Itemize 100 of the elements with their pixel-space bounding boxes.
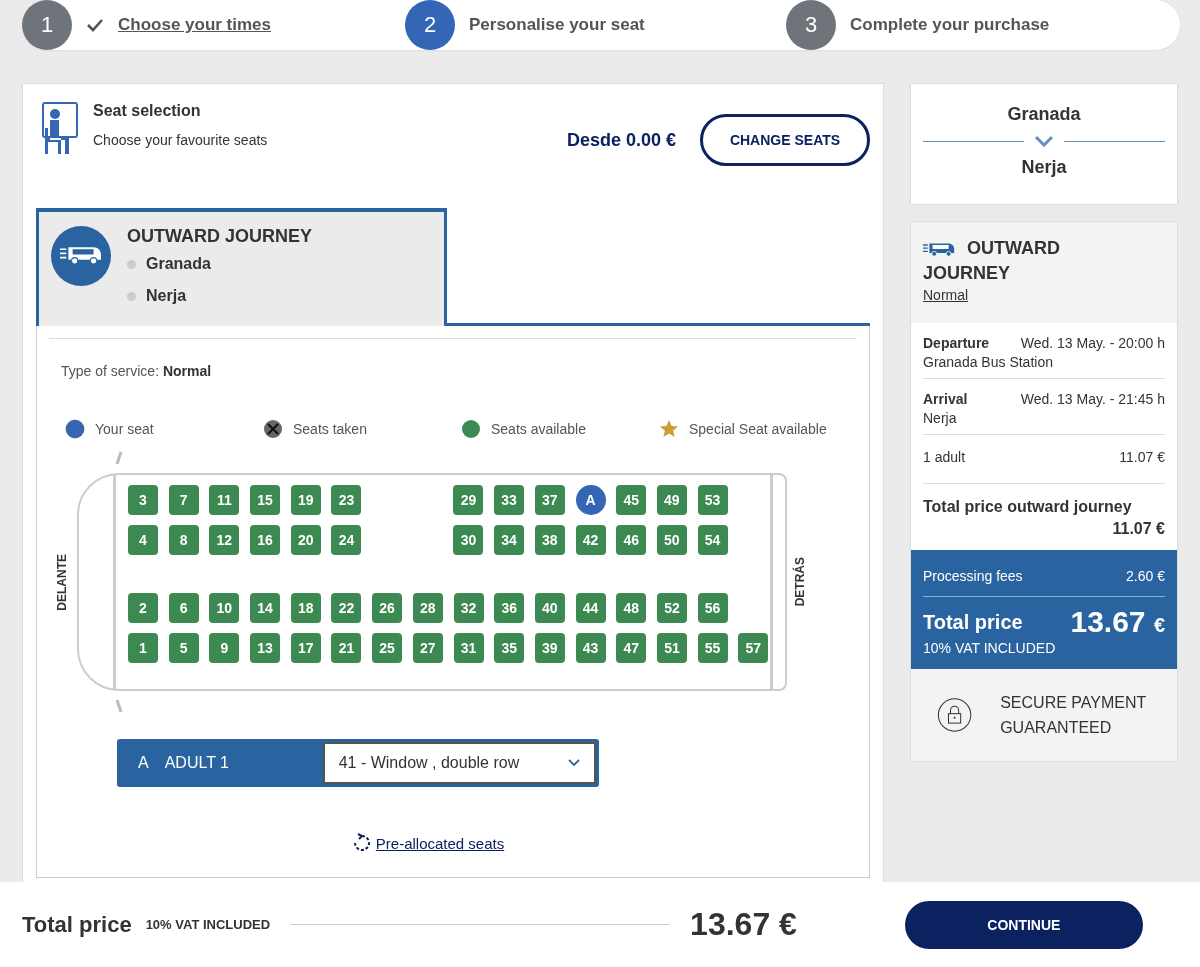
journey-tab[interactable]: OUTWARD JOURNEY Granada Nerja [36, 208, 447, 326]
bus-icon [51, 226, 111, 286]
passenger-price: 11.07 € [1119, 449, 1165, 465]
seat[interactable]: 23 [331, 485, 362, 515]
service-type: Type of service: Normal [61, 363, 213, 379]
seat[interactable]: 9 [209, 633, 240, 663]
seat[interactable]: 29 [453, 485, 484, 515]
rear-label: DETRÁS [793, 557, 808, 607]
seat[interactable]: 54 [697, 525, 728, 555]
seat[interactable]: 12 [209, 525, 240, 555]
service-link[interactable]: Normal [923, 287, 969, 303]
seat[interactable]: 15 [250, 485, 281, 515]
seat[interactable]: 13 [250, 633, 281, 663]
seat[interactable]: 6 [168, 593, 199, 623]
seat[interactable]: 48 [616, 593, 647, 623]
seat[interactable]: 42 [575, 525, 606, 555]
chevron-down-icon [1034, 135, 1054, 147]
seat[interactable]: 44 [575, 593, 606, 623]
leg-time: Wed. 13 May. - 20:00 h [1020, 335, 1165, 351]
seat[interactable]: 14 [250, 593, 281, 623]
seat[interactable]: 20 [290, 525, 321, 555]
change-seats-button[interactable]: CHANGE SEATS [700, 114, 870, 166]
seat[interactable]: 36 [494, 593, 525, 623]
summary-title: OUTWARD JOURNEY [923, 237, 1061, 285]
destination-stop: Nerja [146, 287, 187, 305]
origin-city: Granada [1007, 104, 1081, 125]
journey-total-price: 11.07 € [1112, 520, 1165, 538]
seat[interactable]: 38 [534, 525, 565, 555]
seat[interactable]: 46 [616, 525, 647, 555]
step-label: Personalise your seat [469, 15, 645, 35]
seat-select[interactable]: 41 - Window , double row [322, 742, 596, 784]
seat[interactable]: 30 [453, 525, 484, 555]
seat[interactable]: 26 [372, 593, 403, 623]
seat[interactable]: 17 [290, 633, 321, 663]
step-label: Complete your purchase [850, 15, 1050, 35]
continue-button[interactable]: CONTINUE [904, 900, 1143, 949]
seat[interactable]: 49 [656, 485, 687, 515]
journey-title: OUTWARD JOURNEY [127, 226, 312, 247]
seat[interactable]: 55 [697, 633, 728, 663]
seat[interactable]: 11 [209, 485, 240, 515]
seat[interactable]: 37 [534, 485, 565, 515]
front-label: DELANTE [55, 553, 70, 611]
seat[interactable]: 25 [372, 633, 403, 663]
bus-icon [923, 241, 955, 258]
seated-person-icon [41, 102, 79, 156]
seat[interactable]: 56 [697, 593, 728, 623]
section-subtitle: Choose your favourite seats [93, 132, 269, 148]
seat[interactable]: 8 [168, 525, 199, 555]
fees-label: Processing fees [923, 568, 1023, 584]
door-mark-icon [115, 699, 123, 713]
seat[interactable]: 22 [331, 593, 362, 623]
seat[interactable]: 34 [494, 525, 525, 555]
price-from: Desde 0.00 € [566, 130, 676, 151]
seat[interactable]: 35 [494, 633, 525, 663]
seat[interactable]: 2 [128, 593, 158, 623]
seat[interactable]: 19 [290, 485, 321, 515]
seat[interactable]: 3 [128, 485, 158, 515]
step-number: 2 [405, 0, 455, 50]
seat[interactable]: 39 [534, 633, 565, 663]
vat-note: 10% VAT INCLUDED [923, 640, 1056, 656]
seat[interactable]: 28 [412, 593, 443, 623]
your-seat-icon [65, 419, 85, 439]
seat[interactable]: 4 [128, 525, 158, 555]
seat[interactable]: 52 [656, 593, 687, 623]
seat[interactable]: 21 [331, 633, 362, 663]
seat[interactable]: 57 [738, 633, 769, 663]
seat[interactable]: A [575, 485, 606, 515]
seat[interactable]: 10 [209, 593, 240, 623]
leg-label: Arrival [923, 391, 969, 407]
refresh-icon [351, 833, 372, 853]
total-amount: 13.67 € [1070, 605, 1165, 639]
seat[interactable]: 43 [575, 633, 606, 663]
seat[interactable]: 16 [250, 525, 281, 555]
section-title: Seat selection [93, 102, 202, 120]
footer-vat-note: 10% VAT INCLUDED [145, 917, 271, 932]
seat[interactable]: 32 [453, 593, 484, 623]
seat[interactable]: 53 [697, 485, 728, 515]
seat[interactable]: 47 [616, 633, 647, 663]
passenger-label: ADULT 1 [164, 754, 230, 772]
available-seat-icon [461, 419, 481, 439]
seat[interactable]: 45 [616, 485, 647, 515]
seat[interactable]: 31 [453, 633, 484, 663]
seat[interactable]: 7 [168, 485, 199, 515]
leg-place: Granada Bus Station [923, 354, 1054, 370]
step-number: 1 [22, 0, 72, 50]
seat[interactable]: 51 [656, 633, 687, 663]
step-link[interactable]: Choose your times [118, 15, 272, 35]
seat[interactable]: 5 [168, 633, 199, 663]
seat[interactable]: 24 [331, 525, 362, 555]
seat[interactable]: 27 [412, 633, 443, 663]
fees-price: 2.60 € [1126, 568, 1165, 584]
seat[interactable]: 50 [656, 525, 687, 555]
pre-allocated-seats-link[interactable]: Pre-allocated seats [375, 834, 505, 852]
legend-label: Special Seat available [689, 421, 827, 437]
seat[interactable]: 40 [534, 593, 565, 623]
star-icon [659, 419, 679, 439]
seat[interactable]: 33 [494, 485, 525, 515]
leg-time: Wed. 13 May. - 21:45 h [1020, 391, 1165, 407]
seat[interactable]: 18 [290, 593, 321, 623]
seat[interactable]: 1 [128, 633, 158, 663]
